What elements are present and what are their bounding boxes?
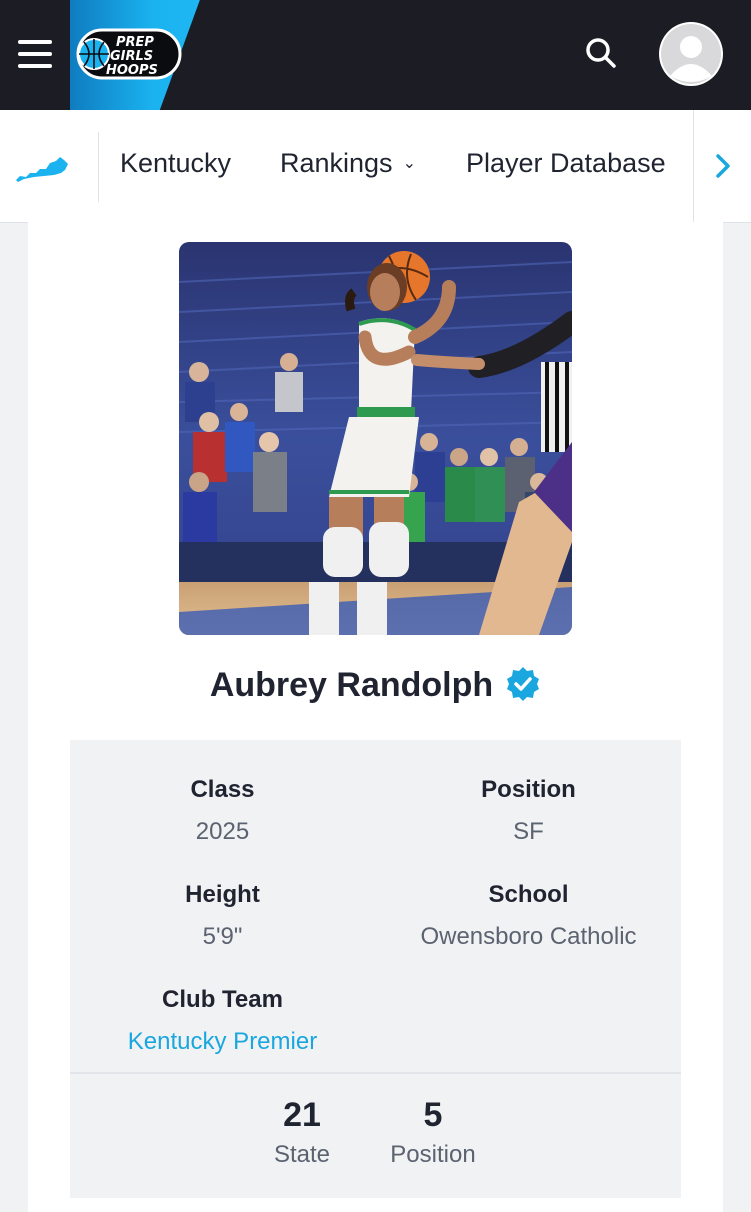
ranking-state: 21 State: [242, 1096, 362, 1169]
ranking-value: 5: [423, 1096, 443, 1134]
player-photo: [179, 242, 572, 635]
detail-label: School: [488, 881, 569, 908]
subnav-divider: [98, 132, 99, 202]
detail-position: Position SF: [376, 776, 681, 846]
hamburger-menu-icon[interactable]: [18, 40, 52, 68]
logo-line-2: GIRLS: [110, 49, 153, 64]
ranking-position: 5 Position: [373, 1096, 493, 1169]
detail-label: Class: [190, 776, 255, 803]
detail-club-team: Club Team Kentucky Premier: [70, 986, 375, 1056]
player-name: Aubrey Randolph: [209, 666, 494, 704]
club-team-link[interactable]: Kentucky Premier: [70, 1028, 375, 1056]
chevron-right-icon[interactable]: [712, 150, 736, 182]
player-profile-card: Aubrey Randolph Class 2025 Position SF H…: [28, 222, 723, 1212]
detail-label: Club Team: [162, 986, 283, 1013]
nav-item-kentucky[interactable]: Kentucky: [120, 148, 231, 179]
ranking-value: 21: [283, 1096, 321, 1134]
verified-check-icon: [505, 666, 541, 702]
logo-line-1: PREP: [116, 35, 154, 50]
nav-item-label: Player Database: [466, 148, 666, 178]
ranking-label: State: [273, 1141, 331, 1168]
detail-value: 5'9": [202, 923, 243, 950]
top-header: PREP GIRLS HOOPS: [0, 0, 751, 110]
detail-school: School Owensboro Catholic: [376, 881, 681, 951]
player-name-row: Aubrey Randolph: [28, 666, 723, 705]
logo-line-3: HOOPS: [106, 63, 158, 78]
nav-item-label: Rankings: [280, 148, 393, 178]
detail-label: Height: [185, 881, 260, 908]
search-icon[interactable]: [584, 36, 618, 70]
detail-height: Height 5'9": [70, 881, 375, 951]
detail-value: Owensboro Catholic: [420, 923, 637, 950]
prep-girls-hoops-logo[interactable]: PREP GIRLS HOOPS: [76, 26, 182, 82]
nav-item-label: Kentucky: [120, 148, 232, 178]
detail-label: Position: [481, 776, 576, 803]
chevron-down-icon: ⌄: [402, 155, 416, 172]
nav-item-rankings[interactable]: Rankings ⌄: [280, 148, 416, 179]
nav-item-player-database[interactable]: Player Database: [466, 148, 666, 179]
kentucky-map-icon[interactable]: [14, 154, 70, 184]
state-subnav: Kentucky Rankings ⌄ Player Database: [0, 110, 751, 223]
details-divider: [70, 1072, 681, 1074]
subnav-divider: [693, 110, 694, 222]
ranking-label: Position: [390, 1141, 476, 1168]
player-details-panel: Class 2025 Position SF Height 5'9" Schoo…: [70, 740, 681, 1198]
detail-class: Class 2025: [70, 776, 375, 846]
user-avatar-icon[interactable]: [659, 22, 723, 86]
detail-value: SF: [513, 818, 544, 845]
detail-value: 2025: [195, 818, 250, 845]
